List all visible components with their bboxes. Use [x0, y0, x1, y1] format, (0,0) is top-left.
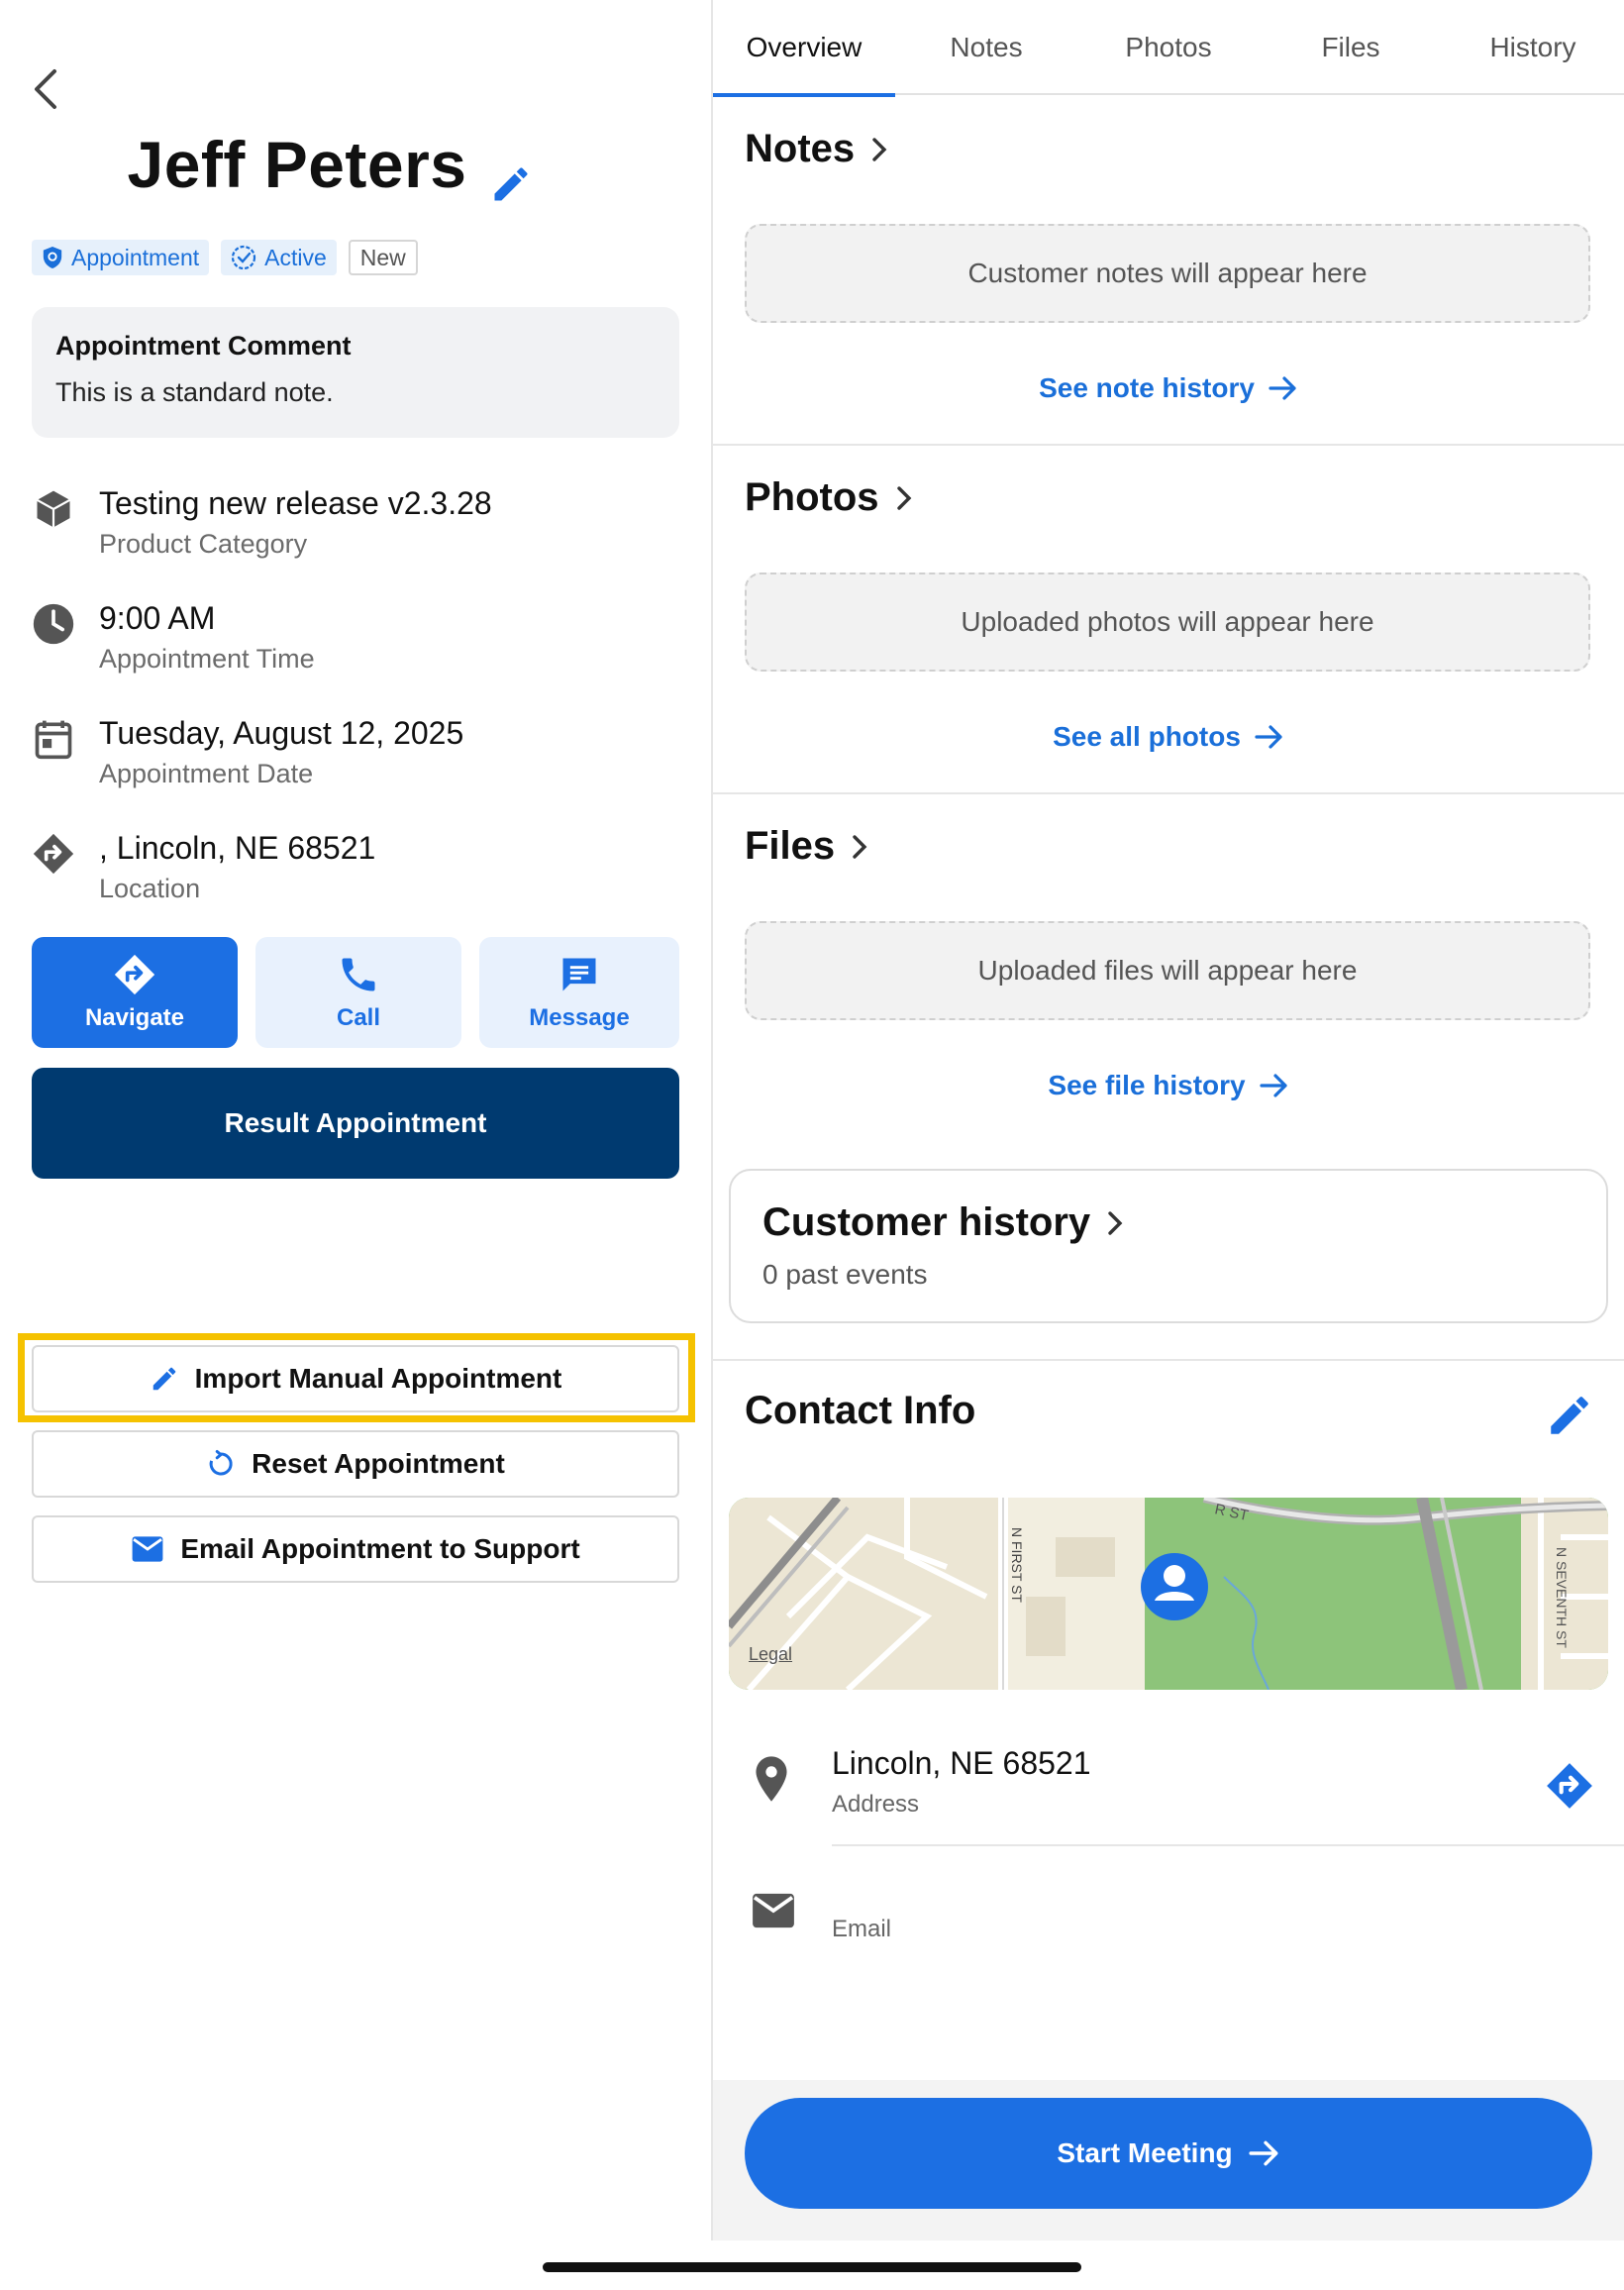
chevron-right-icon: [872, 137, 887, 161]
email-row: Email: [745, 1882, 1596, 1961]
email-appointment-to-support-button[interactable]: Email Appointment to Support: [32, 1515, 679, 1583]
address-row: Lincoln, NE 68521 Address: [745, 1739, 1596, 1848]
pencil-icon: [152, 1367, 175, 1391]
comment-body: This is a standard note.: [55, 377, 334, 407]
chevron-right-icon: [1108, 1210, 1123, 1235]
section-divider: [713, 1359, 1624, 1361]
chevron-left-icon: [35, 69, 56, 109]
tab-photos[interactable]: Photos: [1077, 0, 1260, 95]
status-badges: Appointment Active New: [32, 240, 418, 275]
appointment-date-row: Tuesday, August 12, 2025 Appointment Dat…: [32, 715, 685, 804]
photos-section-header[interactable]: Photos: [745, 475, 913, 520]
tab-history[interactable]: History: [1442, 0, 1624, 95]
address-label: Address: [832, 1791, 920, 1818]
arrow-right-icon: [1269, 376, 1296, 400]
tab-bar: Overview Notes Photos Files History: [713, 0, 1624, 97]
customer-history-card[interactable]: Customer history 0 past events: [729, 1169, 1608, 1323]
product-category-row: Testing new release v2.3.28 Product Cate…: [32, 485, 685, 574]
see-note-history-link[interactable]: See note history: [713, 372, 1624, 404]
appointment-time-row: 9:00 AM Appointment Time: [32, 600, 685, 689]
arrow-right-icon: [1255, 725, 1282, 749]
refresh-icon: [209, 1450, 233, 1476]
email-label: Email: [832, 1916, 892, 1942]
customer-history-count: 0 past events: [762, 1259, 928, 1290]
section-divider: [713, 444, 1624, 446]
call-button[interactable]: Call: [255, 937, 461, 1048]
directions-icon: [114, 954, 155, 995]
navigate-button[interactable]: Navigate: [32, 937, 238, 1048]
edit-name-button[interactable]: [489, 162, 533, 206]
files-section-header[interactable]: Files: [745, 824, 868, 869]
address-value: Lincoln, NE 68521: [832, 1745, 1091, 1781]
row-divider: [832, 1844, 1624, 1846]
directions-icon: [33, 833, 74, 875]
notes-section-header[interactable]: Notes: [745, 127, 888, 171]
result-appointment-button[interactable]: Result Appointment: [32, 1068, 679, 1179]
location-pin-icon: [756, 1756, 787, 1802]
cube-icon: [36, 490, 71, 528]
contact-info-title: Contact Info: [745, 1389, 976, 1432]
location-row: , Lincoln, NE 68521 Location: [32, 830, 685, 919]
map-image: N FIRST ST N SEVENTH ST R ST: [729, 1498, 1608, 1690]
appointment-detail-pane: Jeff Peters Appointment Active New Appoi…: [0, 0, 711, 2240]
section-divider: [713, 792, 1624, 794]
pencil-icon: [494, 167, 528, 201]
appointment-comment-card: Appointment Comment This is a standard n…: [32, 307, 679, 438]
active-badge: Active: [221, 240, 337, 275]
calendar-icon: [35, 720, 72, 760]
chevron-right-icon: [896, 485, 911, 510]
phone-icon: [342, 958, 375, 991]
clock-icon: [33, 603, 74, 645]
tab-files[interactable]: Files: [1260, 0, 1442, 95]
home-indicator[interactable]: [543, 2262, 1081, 2272]
map-legal-link[interactable]: Legal: [749, 1644, 792, 1665]
files-placeholder: Uploaded files will appear here: [745, 921, 1590, 1020]
svg-text:N FIRST ST: N FIRST ST: [1009, 1527, 1025, 1603]
reset-appointment-button[interactable]: Reset Appointment: [32, 1430, 679, 1498]
location-map[interactable]: N FIRST ST N SEVENTH ST R ST Legal: [729, 1498, 1608, 1690]
edit-contact-button[interactable]: [1545, 1391, 1594, 1440]
see-all-photos-link[interactable]: See all photos: [713, 721, 1624, 753]
import-manual-appointment-button[interactable]: Import Manual Appointment: [32, 1345, 679, 1412]
mail-icon: [753, 1893, 794, 1928]
customer-history-title: Customer history: [762, 1200, 1091, 1244]
check-circle-icon: [232, 245, 256, 270]
new-badge: New: [348, 240, 418, 275]
footer-bar: Start Meeting: [713, 2080, 1624, 2240]
svg-text:N SEVENTH ST: N SEVENTH ST: [1554, 1547, 1570, 1648]
arrow-right-icon: [1259, 1074, 1287, 1097]
tab-overview[interactable]: Overview: [713, 0, 895, 97]
mail-icon: [132, 1536, 163, 1562]
message-button[interactable]: Message: [479, 937, 679, 1048]
directions-icon[interactable]: [1545, 1761, 1594, 1811]
notes-placeholder: Customer notes will appear here: [745, 224, 1590, 323]
arrow-right-icon: [1249, 2140, 1278, 2166]
start-meeting-button[interactable]: Start Meeting: [745, 2098, 1592, 2209]
overview-pane: Overview Notes Photos Files History Note…: [713, 0, 1624, 2240]
pencil-icon: [1551, 1397, 1588, 1434]
message-icon: [562, 958, 596, 991]
tab-notes[interactable]: Notes: [895, 0, 1077, 95]
photos-placeholder: Uploaded photos will appear here: [745, 572, 1590, 672]
see-file-history-link[interactable]: See file history: [713, 1070, 1624, 1101]
appointment-badge: Appointment: [32, 240, 210, 275]
comment-title: Appointment Comment: [55, 331, 352, 361]
shield-icon: [43, 247, 62, 268]
back-button[interactable]: [24, 63, 67, 115]
chevron-right-icon: [853, 834, 867, 859]
